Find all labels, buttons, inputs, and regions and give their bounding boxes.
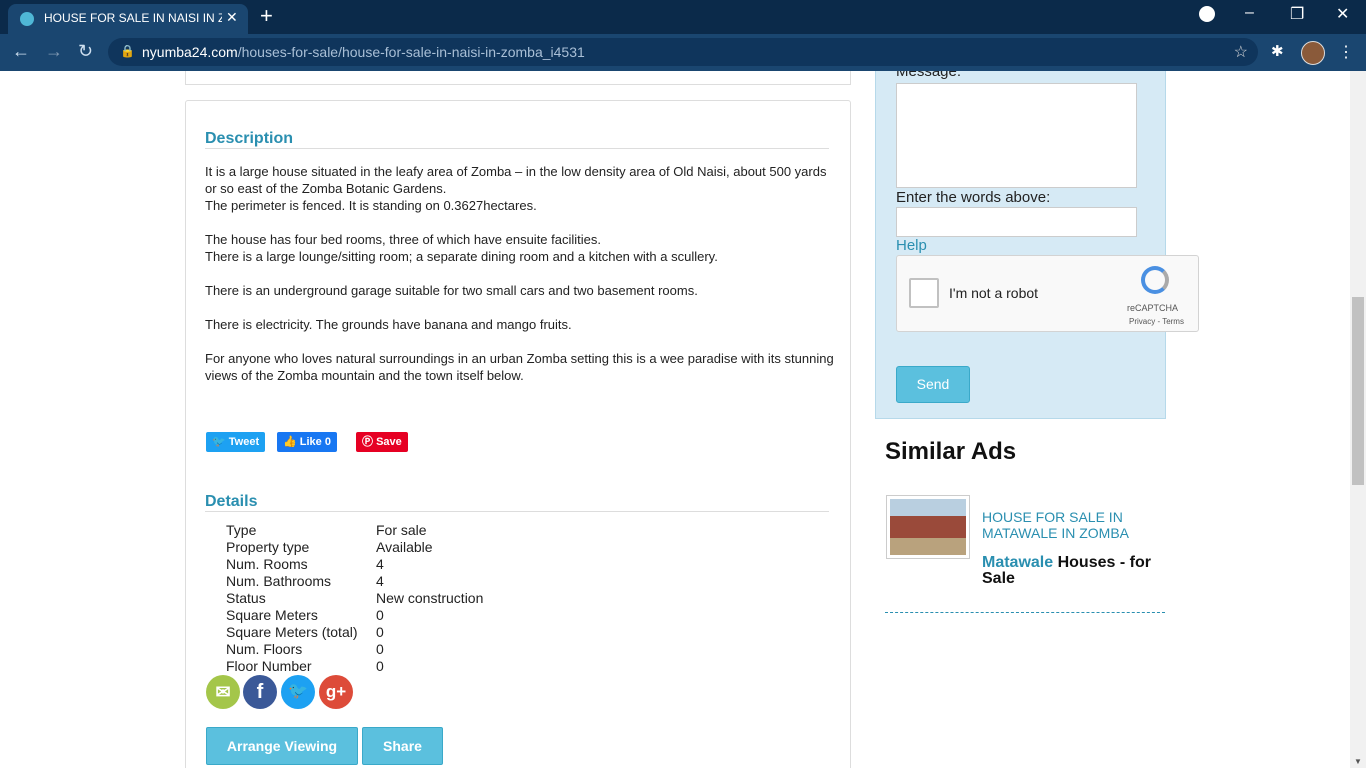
url-domain: nyumba24.com (142, 44, 238, 60)
similar-ad-category: Matawale Houses - for Sale (982, 554, 1151, 587)
email-share-icon[interactable]: ✉ (206, 675, 240, 709)
table-row: Type For sale (226, 522, 427, 538)
scroll-down-icon[interactable]: ▼ (1354, 757, 1362, 766)
googleplus-share-icon[interactable]: g+ (319, 675, 353, 709)
scrollbar-thumb[interactable] (1352, 297, 1364, 485)
details-table: Type For sale Property type Available Num.… (226, 522, 483, 675)
help-link[interactable]: Help (896, 237, 927, 254)
table-row: Status New construction (226, 590, 484, 606)
recaptcha-terms-link[interactable]: Privacy - Terms (1129, 317, 1184, 326)
extensions-icon[interactable]: ✱ (1271, 42, 1284, 60)
message-label: Message: (896, 71, 962, 80)
facebook-like-button[interactable]: 👍 Like 0 (277, 432, 337, 452)
table-row: Square Meters (total) 0 (226, 624, 384, 640)
bookmark-star-icon[interactable]: ☆ (1234, 42, 1248, 62)
twitter-share-icon[interactable]: 🐦 (281, 675, 315, 709)
similar-ad-location-link[interactable]: Matawale (982, 554, 1053, 571)
similar-ad-title-link[interactable]: HOUSE FOR SALE IN MATAWALE IN ZOMBA (982, 509, 1152, 541)
description-text: It is a large house situated in the leaf… (205, 164, 834, 383)
table-row: Property type Available (226, 539, 433, 555)
tweet-button[interactable]: 🐦 Tweet (206, 432, 266, 452)
divider (205, 148, 829, 149)
captcha-words-input[interactable] (896, 207, 1137, 237)
back-icon[interactable]: ← (12, 41, 30, 62)
recaptcha-brand: reCAPTCHA (1127, 303, 1179, 313)
new-tab-icon[interactable]: + (260, 3, 273, 29)
tab-title: HOUSE FOR SALE IN NAISI IN ZOMBA (44, 11, 222, 25)
recaptcha-logo-icon (1141, 266, 1169, 294)
table-row: Num. Floors 0 (226, 641, 384, 657)
recaptcha-label: I'm not a robot (949, 285, 1039, 301)
page-scrollbar[interactable]: ▼ (1350, 71, 1366, 768)
recaptcha-checkbox[interactable] (909, 278, 939, 308)
browser-tab[interactable]: HOUSE FOR SALE IN NAISI IN ZOMBA ✕ (8, 4, 248, 34)
reload-icon[interactable]: ↻ (78, 41, 93, 62)
tab-bar: HOUSE FOR SALE IN NAISI IN ZOMBA ✕ + – ❐… (0, 0, 1366, 34)
arrange-viewing-button[interactable]: Arrange Viewing (206, 727, 358, 765)
similar-ads-heading: Similar Ads (885, 438, 1017, 465)
details-heading: Details (205, 493, 258, 510)
pinterest-save-button[interactable]: Ⓟ Save (356, 432, 408, 452)
restore-icon[interactable]: ❐ (1290, 4, 1304, 24)
similar-ad-thumbnail[interactable] (886, 495, 970, 559)
table-row: Square Meters 0 (226, 607, 384, 623)
table-row: Num. Bathrooms 4 (226, 573, 384, 589)
divider (205, 511, 829, 512)
divider (885, 612, 1165, 613)
gallery-tabs-box (185, 71, 851, 85)
table-row: Floor Number 0 (226, 658, 384, 674)
table-row: Num. Rooms 4 (226, 556, 384, 572)
address-bar-row: ← → ↻ 🔒 nyumba24.com/houses-for-sale/hou… (0, 34, 1366, 71)
url-path: /houses-for-sale/house-for-sale-in-naisi… (237, 44, 585, 60)
page-content: Description It is a large house situated… (0, 71, 1366, 768)
captcha-words-label: Enter the words above: (896, 189, 1051, 206)
share-button[interactable]: Share (362, 727, 443, 765)
recaptcha-widget: I'm not a robot reCAPTCHA Privacy - Term… (896, 255, 1199, 332)
lock-icon: 🔒 (120, 44, 135, 58)
minimize-icon[interactable]: – (1245, 4, 1254, 22)
browser-menu-icon[interactable]: ⋮ (1338, 42, 1354, 62)
message-textarea[interactable] (896, 83, 1137, 188)
favicon-icon (20, 12, 34, 26)
facebook-share-icon[interactable]: f (243, 675, 277, 709)
forward-icon[interactable]: → (45, 41, 63, 62)
profile-menu-icon[interactable] (1199, 6, 1215, 22)
tab-close-icon[interactable]: ✕ (226, 9, 238, 26)
description-heading: Description (205, 130, 294, 147)
avatar[interactable] (1301, 41, 1325, 65)
url-field[interactable]: 🔒 nyumba24.com/houses-for-sale/house-for… (108, 38, 1258, 66)
send-button[interactable]: Send (896, 366, 970, 403)
close-window-icon[interactable]: ✕ (1336, 4, 1349, 24)
